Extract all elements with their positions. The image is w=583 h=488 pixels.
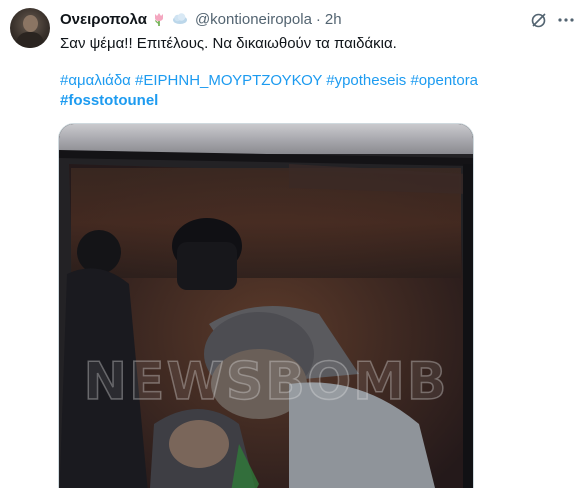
cloud-emoji-icon — [171, 11, 189, 27]
display-name[interactable]: Ονειροπολα — [60, 11, 147, 28]
hashtag-fosstotounel[interactable]: #fosstotounel — [60, 92, 158, 109]
tweet-header: Ονειροπολα @kontioneiropola · 2h — [60, 9, 342, 29]
user-handle[interactable]: @kontioneiropola — [195, 11, 312, 28]
media-photo — [59, 124, 473, 488]
more-icon[interactable] — [556, 10, 576, 30]
avatar-body — [16, 32, 44, 48]
separator-dot: · — [315, 10, 321, 28]
hashtag-amaliada[interactable]: #αμαλιάδα — [60, 72, 131, 89]
avatar-head — [23, 15, 38, 32]
hashtag-opentora[interactable]: #opentora — [410, 72, 478, 89]
hashtag-ypotheseis[interactable]: #ypotheseis — [326, 72, 406, 89]
avatar[interactable] — [10, 8, 50, 48]
hashtag-eirini-mourtzoukou[interactable]: #ΕΙΡΗΝΗ_ΜΟΥΡΤΖΟΥΚΟΥ — [135, 72, 322, 89]
tweet-media-image[interactable]: NEWSBOMB — [58, 123, 474, 488]
hashtags: #αμαλιάδα #ΕΙΡΗΝΗ_ΜΟΥΡΤΖΟΥΚΟΥ #ypothesei… — [60, 71, 560, 111]
tweet-time[interactable]: 2h — [325, 11, 342, 28]
tweet[interactable]: Ονειροπολα @kontioneiropola · 2h Σαν ψέμ… — [0, 0, 583, 488]
tweet-text: Σαν ψέμα!! Επιτέλους. Να δικαιωθούν τα π… — [60, 35, 397, 52]
grok-icon[interactable] — [529, 10, 549, 30]
tulip-emoji-icon — [151, 11, 167, 27]
